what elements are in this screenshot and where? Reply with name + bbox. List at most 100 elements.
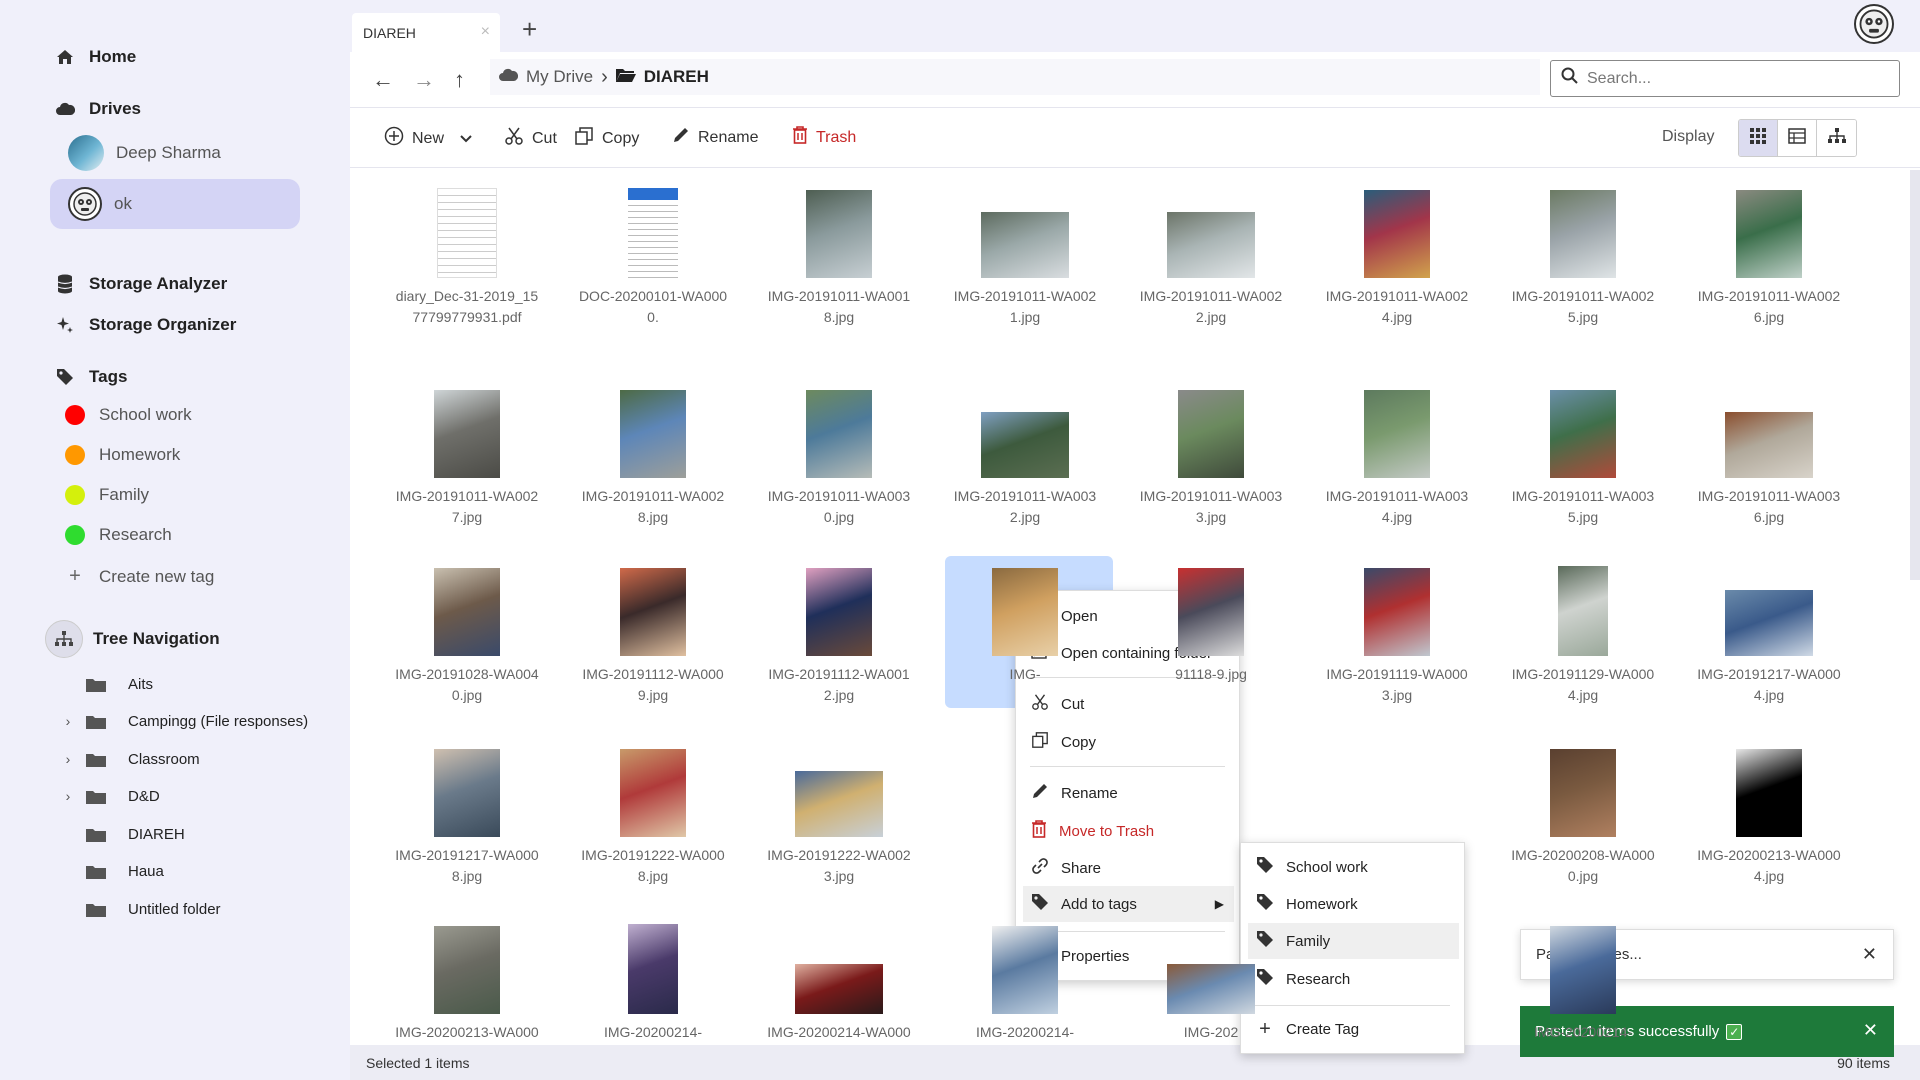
menu-copy[interactable]: Copy [1016,724,1239,760]
file-thumbnail [1364,390,1430,478]
grid-view-button[interactable] [1739,120,1778,156]
tag-homework[interactable]: Homework [65,445,180,465]
file-item[interactable]: IMG-20191011-WA0033.jpg [1136,390,1286,528]
file-item[interactable]: diary_Dec-31-2019_1577799779931.pdf [392,188,542,328]
chevron-right-icon[interactable]: › [56,751,80,767]
back-arrow-icon[interactable]: ← [372,67,394,93]
file-item[interactable]: IMG-20191112-WA0012.jpg [764,568,914,706]
menu-share[interactable]: Share [1016,850,1239,886]
tag-icon [55,367,75,387]
submenu-tag-research[interactable]: Research [1241,961,1464,997]
menu-label: Create Tag [1286,1020,1360,1038]
create-new-tag[interactable]: + Create new tag [65,565,214,588]
tree-item-untitled-folder[interactable]: Untitled folder [56,897,221,921]
submenu-tag-homework[interactable]: Homework [1241,886,1464,922]
file-item[interactable]: DOC-20200101-WA0000. [578,188,728,328]
submenu-tag-family[interactable]: Family [1248,923,1459,959]
add-tab-button[interactable]: + [522,14,537,45]
file-name: IMG-20200213-WA0004.jpg [1697,847,1841,884]
tag-family[interactable]: Family [65,485,149,505]
tag-research[interactable]: Research [65,525,172,545]
file-item[interactable]: IMG-20191011-WA0034.jpg [1322,390,1472,528]
chevron-right-icon[interactable]: › [56,713,80,729]
tree-item-label: Campingg (File responses) [128,712,309,730]
tree-item-campingg[interactable]: › Campingg (File responses) [56,709,308,733]
view-switcher [1738,119,1857,157]
up-arrow-icon[interactable]: ↑ [454,67,465,93]
file-item[interactable]: IMG-20191011-WA0035.jpg [1508,390,1658,528]
file-item[interactable]: IMG-20191011-WA0036.jpg [1694,412,1844,528]
tree-item-dnd[interactable]: › D&D [56,784,160,808]
tree-item-aits[interactable]: Aits [56,672,153,696]
breadcrumb-current[interactable]: DIAREH [644,67,709,87]
sidebar-home[interactable]: Home [55,47,136,67]
file-item[interactable]: IMG-20200214- [578,924,728,1043]
close-icon[interactable]: ✕ [1862,944,1877,965]
file-thumbnail [992,926,1058,1014]
copy-button[interactable]: Copy [574,126,639,151]
sidebar-storage-organizer[interactable]: Storage Organizer [55,315,236,335]
file-item[interactable]: IMG-20191028-WA0040.jpg [392,568,542,706]
file-item[interactable]: IMG-20191217-WA0004.jpg [1694,590,1844,706]
file-item[interactable]: IMG-20200213-WA0005.jpg [392,926,542,1044]
file-item[interactable]: IMG-20191011-WA0024.jpg [1322,190,1472,328]
tree-item-diareh[interactable]: DIAREH [56,822,185,846]
menu-label: Move to Trash [1059,822,1155,840]
sidebar-storage-analyzer[interactable]: Storage Analyzer [55,274,227,294]
tag-school-work[interactable]: School work [65,405,192,425]
file-item[interactable]: IMG-20191222-WA0023.jpg [764,771,914,887]
tag-icon [1256,930,1274,952]
file-item[interactable]: IMG-20191112-WA0009.jpg [578,568,728,706]
forward-arrow-icon[interactable]: → [413,67,435,93]
breadcrumb-root[interactable]: My Drive [526,67,593,87]
new-button[interactable]: New [384,126,472,151]
tree-navigation-header[interactable]: Tree Navigation [45,620,220,658]
rename-button[interactable]: Rename [672,126,758,149]
tree-view-button[interactable] [1817,120,1856,156]
drive-ok[interactable]: ok [50,179,300,229]
file-item[interactable]: IMG-20191011-WA0028.jpg [578,390,728,528]
search-input[interactable]: Search... [1550,60,1900,97]
list-view-button[interactable] [1778,120,1817,156]
menu-add-to-tags[interactable]: Add to tags ▶ [1023,886,1234,922]
scrollbar[interactable] [1910,170,1920,580]
menu-cut[interactable]: Cut [1016,686,1239,722]
file-item[interactable]: IMG-20200208-WA0000.jpg [1508,749,1658,887]
menu-move-to-trash[interactable]: Move to Trash [1016,813,1239,849]
file-item[interactable]: IMG-20191011-WA0021.jpg [950,212,1100,328]
file-item[interactable]: IMG-20191217-WA0008.jpg [392,749,542,887]
tab-diareh[interactable]: DIAREH × [352,13,500,52]
file-item[interactable]: IMG-20191011-WA0022.jpg [1136,212,1286,328]
file-item[interactable]: IMG-20200213-WA0004.jpg [1694,749,1844,887]
folder-icon [86,752,106,767]
file-item[interactable]: IMG-20191011-WA0027.jpg [392,390,542,528]
file-item[interactable]: IMG-20191011-WA0030.jpg [764,390,914,528]
file-item[interactable]: IMG-20191129-WA0004.jpg [1508,566,1658,706]
drive-deep-sharma[interactable]: Deep Sharma [50,128,300,178]
file-name: IMG-20191011-WA0024.jpg [1325,288,1469,325]
file-item[interactable]: IMG-20191011-WA0026.jpg [1694,190,1844,328]
file-item[interactable]: IMG-20200214-WA0001.jpg [764,964,914,1044]
file-name: 91118-9.jpg [1175,666,1247,682]
file-item[interactable]: IMG-20191011-WA0025.jpg [1508,190,1658,328]
menu-rename[interactable]: Rename [1016,775,1239,811]
close-icon[interactable]: ✕ [1863,1020,1878,1041]
tree-item-classroom[interactable]: › Classroom [56,747,200,771]
cut-button[interactable]: Cut [504,126,557,151]
file-item[interactable]: IMG-20191011-WA0018.jpg [764,190,914,328]
file-item[interactable]: IMG-20191119-WA0003.jpg [1322,568,1472,706]
file-item[interactable]: IMG-20191011-WA0032.jpg [950,412,1100,528]
chevron-right-icon[interactable]: › [56,788,80,804]
submenu-tag-school-work[interactable]: School work [1241,849,1464,885]
trash-button[interactable]: Trash [792,126,856,149]
avatar [68,187,102,221]
tree-item-label: Untitled folder [128,900,221,918]
user-avatar[interactable] [1854,4,1894,44]
file-name: IMG-20191011-WA0034.jpg [1325,488,1469,525]
tags-header: Tags [55,367,127,387]
file-name: IMG-20191011-WA0025.jpg [1511,288,1655,325]
file-name: IMG- [1009,666,1041,682]
file-item[interactable]: IMG-20191222-WA0008.jpg [578,749,728,887]
tree-item-haua[interactable]: Haua [56,859,164,883]
close-icon[interactable]: × [481,23,490,41]
